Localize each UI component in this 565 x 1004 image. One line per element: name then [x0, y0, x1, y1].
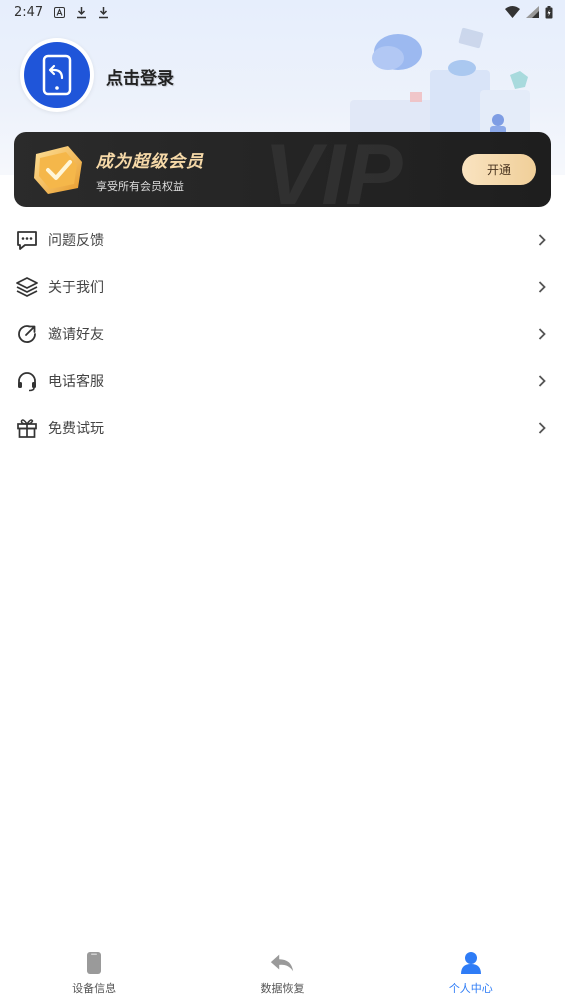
menu-item-label: 电话客服: [48, 373, 104, 390]
undo-arrow-icon: [269, 950, 295, 976]
menu-item-free-trial[interactable]: 免费试玩: [0, 404, 565, 451]
menu-item-about[interactable]: 关于我们: [0, 263, 565, 310]
avatar[interactable]: [20, 38, 94, 112]
download-icon: [75, 5, 87, 19]
status-time: 2:47: [14, 4, 44, 20]
tab-label: 个人中心: [448, 982, 493, 995]
phone-icon: [81, 950, 107, 976]
phone-recover-icon: [42, 54, 72, 96]
share-icon: [14, 321, 40, 347]
chevron-right-icon: [535, 280, 549, 294]
tab-personal-center[interactable]: 个人中心: [401, 950, 541, 996]
status-left: 2:47: [14, 5, 109, 20]
bottom-nav: 设备信息 数据恢复 个人中心: [0, 944, 565, 1004]
profile-page: 2:47 点击登录 VIP 成为超级会员 享受所有会员权益 开通 问题反馈 关于…: [0, 0, 565, 1004]
vip-crown-badge-icon: [34, 146, 82, 194]
layers-icon: [14, 274, 40, 300]
chat-icon: [14, 227, 40, 253]
vip-subtitle: 享受所有会员权益: [96, 180, 184, 193]
wifi-icon: [505, 6, 520, 18]
gift-icon: [14, 415, 40, 441]
vip-watermark-text: VIP: [264, 132, 403, 207]
vip-banner[interactable]: VIP 成为超级会员 享受所有会员权益 开通: [14, 132, 551, 207]
menu-item-feedback[interactable]: 问题反馈: [0, 216, 565, 263]
chevron-right-icon: [535, 327, 549, 341]
user-icon: [458, 950, 484, 976]
headset-icon: [14, 368, 40, 394]
tab-label: 设备信息: [72, 982, 117, 995]
menu-item-invite[interactable]: 邀请好友: [0, 310, 565, 357]
status-right: [505, 5, 553, 19]
battery-icon: [545, 5, 553, 18]
chevron-right-icon: [535, 374, 549, 388]
menu-item-label: 关于我们: [48, 279, 104, 296]
signal-icon: [526, 6, 539, 18]
vip-activate-button[interactable]: 开通: [462, 154, 536, 185]
tab-data-recovery[interactable]: 数据恢复: [212, 950, 352, 996]
tab-label: 数据恢复: [260, 982, 305, 995]
login-link[interactable]: 点击登录: [106, 64, 174, 89]
a-icon: [53, 5, 65, 19]
menu-item-label: 邀请好友: [48, 326, 104, 343]
menu-item-phone-support[interactable]: 电话客服: [0, 357, 565, 404]
download-icon: [97, 5, 109, 19]
menu-item-label: 问题反馈: [48, 232, 104, 249]
settings-menu: 问题反馈 关于我们 邀请好友 电话客服 免费试玩: [0, 216, 565, 451]
vip-title: 成为超级会员: [96, 152, 204, 172]
chevron-right-icon: [535, 421, 549, 435]
status-bar: 2:47: [0, 0, 565, 24]
tab-device-info[interactable]: 设备信息: [24, 950, 164, 996]
chevron-right-icon: [535, 233, 549, 247]
avatar-circle: [24, 42, 90, 108]
menu-item-label: 免费试玩: [48, 420, 104, 437]
